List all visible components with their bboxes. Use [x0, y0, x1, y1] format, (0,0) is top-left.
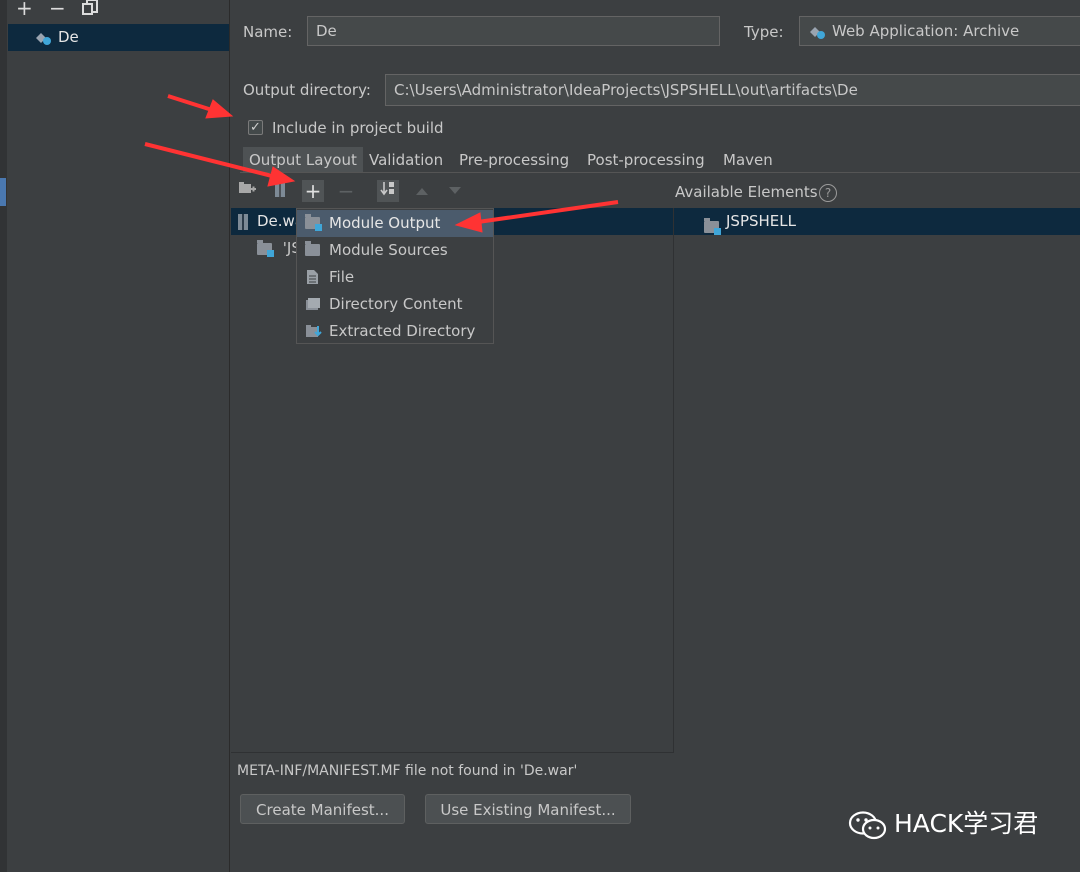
watermark-text: HACK学习君	[894, 809, 1039, 838]
arrow-add-button	[144, 142, 296, 187]
annotation-arrows	[144, 94, 619, 233]
arrow-include-build	[167, 94, 234, 119]
wechat-icon	[848, 811, 887, 840]
watermark: HACK学习君	[848, 806, 1038, 842]
arrow-module-output	[454, 200, 619, 233]
